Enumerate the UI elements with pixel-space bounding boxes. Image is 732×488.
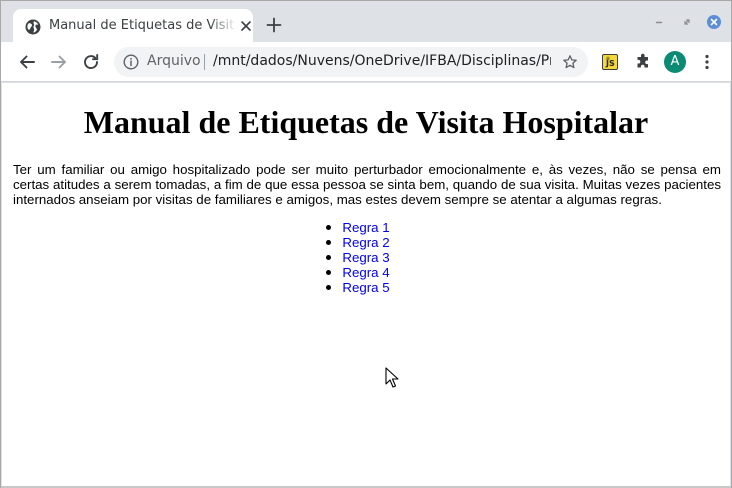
bullet-icon (326, 240, 332, 245)
info-icon[interactable] (123, 54, 139, 70)
forward-icon[interactable] (49, 52, 69, 72)
rule-link[interactable]: Regra 3 (342, 250, 389, 265)
restore-icon[interactable] (680, 15, 694, 29)
rule-list-item: Regra 1 (326, 220, 390, 235)
rule-link[interactable]: Regra 5 (342, 280, 389, 295)
tab-strip: Manual de Etiquetas de Visita Hospitalar (1, 1, 731, 43)
menu-kebab-icon[interactable] (697, 52, 717, 72)
bookmark-star-icon[interactable] (562, 54, 578, 70)
browser-window: Manual de Etiquetas de Visita Hospitalar (0, 0, 732, 488)
close-tab-icon[interactable] (239, 19, 253, 33)
rules-list: Regra 1 Regra 2 Regra 3 Regra 4 Regra 5 (326, 220, 390, 295)
new-tab-icon[interactable] (265, 16, 283, 34)
rule-link[interactable]: Regra 1 (342, 220, 389, 235)
rule-link[interactable]: Regra 2 (342, 235, 389, 250)
security-chip-label[interactable]: Arquivo (147, 53, 201, 69)
tab-title: Manual de Etiquetas de Visita Hospitalar (49, 18, 235, 33)
page-viewport: Manual de Etiquetas de Visita Hospitalar… (2, 83, 730, 486)
browser-toolbar: Arquivo /mnt/dados/Nuvens/OneDrive/IFBA/… (1, 42, 731, 82)
tab-active[interactable]: Manual de Etiquetas de Visita Hospitalar (13, 9, 253, 43)
close-window-icon[interactable] (707, 15, 721, 29)
rules-list-container: Regra 1 Regra 2 Regra 3 Regra 4 Regra 5 (2, 220, 730, 296)
rule-list-item: Regra 4 (326, 265, 390, 280)
minimize-icon[interactable] (652, 15, 666, 29)
rule-link[interactable]: Regra 4 (342, 265, 389, 280)
address-bar[interactable]: Arquivo /mnt/dados/Nuvens/OneDrive/IFBA/… (114, 47, 588, 77)
reload-icon[interactable] (81, 52, 101, 72)
profile-avatar[interactable]: A (664, 51, 686, 73)
bullet-icon (326, 225, 332, 230)
rule-list-item: Regra 3 (326, 250, 390, 265)
js-extension-icon[interactable]: ≡ JS (602, 54, 618, 70)
globe-icon (25, 19, 41, 35)
bullet-icon (326, 285, 332, 290)
intro-paragraph: Ter um familiar ou amigo hospitalizado p… (13, 162, 721, 207)
page-title: Manual de Etiquetas de Visita Hospitalar (83, 104, 649, 140)
bullet-icon (326, 255, 332, 260)
back-icon[interactable] (17, 52, 37, 72)
omnibox-separator (204, 54, 205, 70)
bullet-icon (326, 270, 332, 275)
url-text[interactable]: /mnt/dados/Nuvens/OneDrive/IFBA/Discipli… (213, 53, 551, 69)
js-extension-label: JS (606, 59, 615, 68)
rule-list-item: Regra 5 (326, 280, 390, 295)
tab-title-fade (209, 15, 237, 37)
mouse-cursor-icon (385, 367, 399, 388)
puzzle-extensions-icon[interactable] (633, 52, 653, 72)
rule-list-item: Regra 2 (326, 235, 390, 250)
